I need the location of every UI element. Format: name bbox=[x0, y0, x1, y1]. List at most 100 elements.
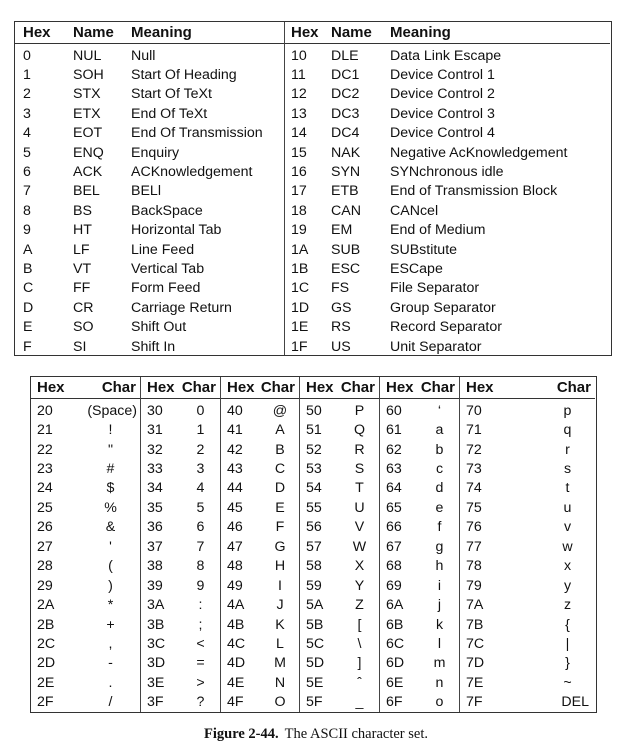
table-row: 3A: bbox=[141, 595, 220, 614]
meaning-cell: Unit Separator bbox=[390, 338, 482, 355]
char-cell: T bbox=[355, 480, 364, 497]
header-name: Name bbox=[73, 24, 114, 41]
hex-cell: 3F bbox=[147, 694, 164, 711]
table-row: 2C, bbox=[31, 634, 140, 653]
hex-cell: 34 bbox=[147, 480, 163, 497]
table-row: 59 Y bbox=[300, 576, 379, 595]
table-row: 15 NAK Negative AcKnowledgement bbox=[285, 143, 610, 162]
char-cell: n bbox=[435, 674, 444, 691]
hex-cell: 64 bbox=[386, 480, 402, 497]
hex-cell: 7B bbox=[466, 616, 484, 633]
meaning-cell: End Of TeXt bbox=[131, 105, 208, 122]
hex-cell: 3B bbox=[147, 616, 165, 633]
char-cell: < bbox=[196, 635, 205, 652]
table-row: 43 C bbox=[221, 459, 299, 478]
hex-cell: 29 bbox=[37, 577, 53, 594]
hex-cell: 2C bbox=[37, 635, 56, 652]
table-row: 20 (Space) bbox=[31, 401, 140, 420]
header-char: Char bbox=[420, 379, 455, 396]
char-cell: R bbox=[354, 441, 365, 458]
hex-cell: 2A bbox=[37, 597, 55, 614]
char-cell: Q bbox=[353, 422, 366, 439]
hex-cell: 15 bbox=[291, 144, 307, 161]
char-cell: v bbox=[563, 519, 572, 536]
char-cell: | bbox=[565, 635, 570, 652]
table-row: 6B k bbox=[380, 615, 459, 634]
name-cell: ETX bbox=[73, 105, 101, 122]
table-row: 73 s bbox=[460, 459, 595, 478]
char-cell: c bbox=[435, 461, 444, 478]
hex-cell: 21 bbox=[37, 422, 53, 439]
char-cell: l bbox=[437, 635, 442, 652]
char-cell: D bbox=[274, 480, 286, 497]
table-header: Hex Char bbox=[380, 377, 459, 399]
hex-cell: 7F bbox=[466, 694, 483, 711]
table-row: 50 P bbox=[300, 401, 379, 420]
char-cell: + bbox=[106, 616, 115, 633]
hex-cell: 79 bbox=[466, 577, 482, 594]
table-row: 39 9 bbox=[141, 576, 220, 595]
hex-cell: 13 bbox=[291, 105, 307, 122]
hex-cell: 27 bbox=[37, 538, 53, 555]
table-row: 4F O bbox=[221, 693, 299, 712]
hex-cell: 66 bbox=[386, 519, 402, 536]
char-column-group: Hex Char 60 ‘ 61 a 62 b 63 c 64 d 65 e 66 f 67 g 68 h 69 i 6A j… bbox=[380, 377, 460, 712]
hex-cell: 37 bbox=[147, 538, 163, 555]
hex-cell: 5F bbox=[306, 694, 323, 711]
header-char: Char bbox=[340, 379, 375, 396]
char-cell: J bbox=[276, 597, 284, 614]
hex-cell: B bbox=[23, 260, 33, 277]
table-row: 40 @ bbox=[221, 401, 299, 420]
hex-cell: 6A bbox=[386, 597, 404, 614]
char-cell: ] bbox=[357, 655, 362, 672]
table-row: 2F / bbox=[31, 693, 140, 712]
hex-cell: 49 bbox=[227, 577, 243, 594]
meaning-cell: End of Transmission Block bbox=[390, 183, 558, 200]
char-cell: g bbox=[435, 538, 444, 555]
table-row: 63 c bbox=[380, 459, 459, 478]
table-body: 70 p 71 q 72 r 73 s 74 t 75 u 76 v 77 w 78 x 79 y 7A z 7B{7C | 7… bbox=[460, 399, 595, 712]
table-row: 33 3 bbox=[141, 459, 220, 478]
name-cell: VT bbox=[73, 260, 92, 277]
char-cell: d bbox=[435, 480, 444, 497]
table-row: 65 e bbox=[380, 498, 459, 517]
hex-cell: 51 bbox=[306, 422, 322, 439]
table-row: 1E RS Record Separator bbox=[285, 317, 610, 336]
hex-cell: 4 bbox=[23, 125, 31, 142]
hex-cell: 2D bbox=[37, 655, 56, 672]
hex-cell: 40 bbox=[227, 402, 243, 419]
char-cell: % bbox=[104, 499, 117, 516]
table-row: 70 p bbox=[460, 401, 595, 420]
hex-cell: 28 bbox=[37, 558, 53, 575]
table-row: 35 5 bbox=[141, 498, 220, 517]
table-body: 40 @41 A 42 B 43 C 44 D 45 E 46 F 47 G 48 H 49 I 4A J 4B K 4C L 4… bbox=[221, 399, 299, 712]
char-cell: DEL bbox=[561, 694, 589, 711]
hex-cell: 70 bbox=[466, 402, 482, 419]
hex-cell: 31 bbox=[147, 422, 163, 439]
char-cell: h bbox=[435, 558, 444, 575]
hex-cell: 4A bbox=[227, 597, 245, 614]
name-cell: SUB bbox=[331, 241, 361, 258]
table-row: 3D = bbox=[141, 654, 220, 673]
table-row: 4C L bbox=[221, 634, 299, 653]
hex-cell: 55 bbox=[306, 499, 322, 516]
hex-cell: 1B bbox=[291, 260, 309, 277]
header-hex: Hex bbox=[306, 379, 334, 396]
header-hex: Hex bbox=[227, 379, 255, 396]
name-cell: SI bbox=[73, 338, 87, 355]
table-row: 10 DLE Data Link Escape bbox=[285, 46, 610, 65]
hex-cell: 4E bbox=[227, 674, 245, 691]
meaning-cell: End of Medium bbox=[390, 222, 486, 239]
hex-cell: 73 bbox=[466, 461, 482, 478]
meaning-cell: SUBstitute bbox=[390, 241, 458, 258]
table-row: 4E N bbox=[221, 673, 299, 692]
char-cell: H bbox=[274, 558, 286, 575]
table-row: 36 6 bbox=[141, 518, 220, 537]
hex-cell: 2F bbox=[37, 694, 54, 711]
char-cell: 4 bbox=[196, 480, 205, 497]
hex-cell: 0 bbox=[23, 47, 31, 64]
table-row: 32 2 bbox=[141, 440, 220, 459]
table-row: 52 R bbox=[300, 440, 379, 459]
figure-label: Figure 2-44. bbox=[204, 726, 279, 742]
table-row: 72 r bbox=[460, 440, 595, 459]
